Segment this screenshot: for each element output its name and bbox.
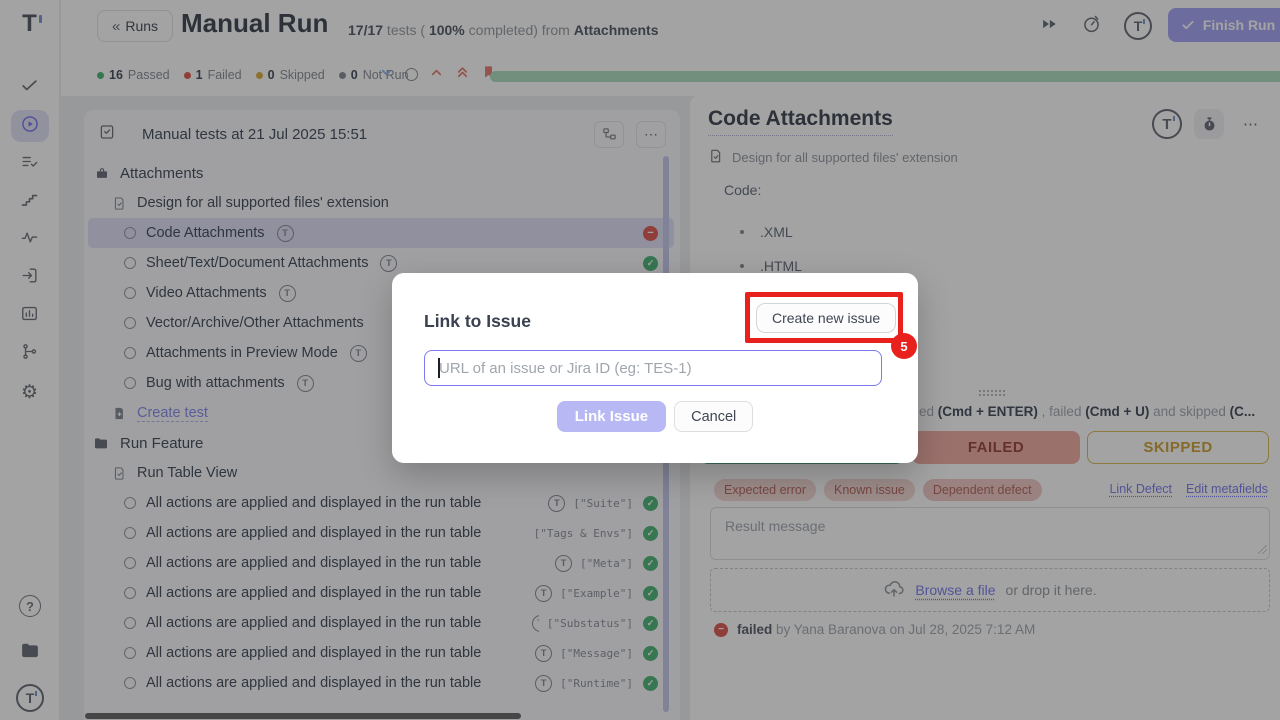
modal-title: Link to Issue: [424, 311, 531, 332]
issue-url-input[interactable]: [424, 350, 882, 386]
text-caret: [438, 358, 440, 378]
annotation-step-badge: 5: [891, 333, 917, 359]
annotation-highlight-rect: [745, 292, 903, 343]
cancel-button[interactable]: Cancel: [674, 401, 753, 432]
link-issue-button[interactable]: Link Issue: [557, 401, 666, 432]
app-root: T ⚙ ?T « Runs Manual Run 17/17 tests ( 1…: [0, 0, 1280, 720]
